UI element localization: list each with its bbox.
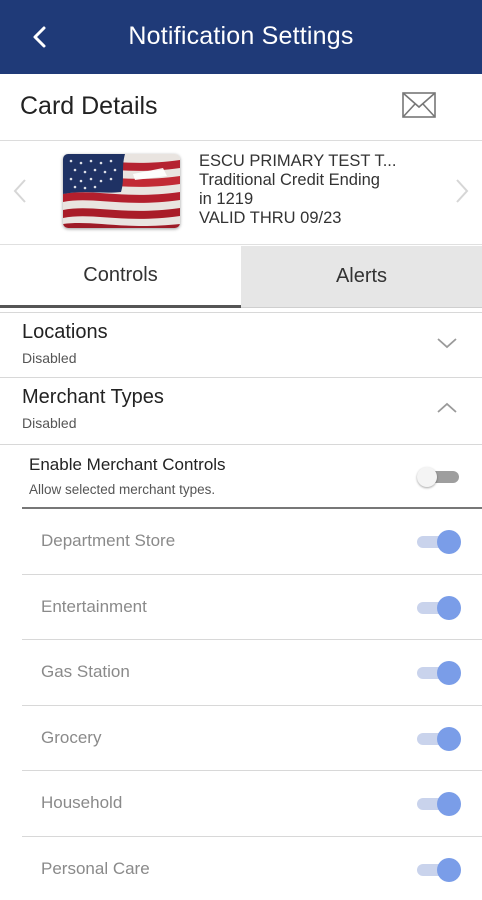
card-info: ESCU PRIMARY TEST T... Traditional Credi…: [199, 152, 429, 228]
merchant-label: Personal Care: [41, 858, 150, 878]
card-description-cont: in 1219: [199, 190, 254, 208]
card-description: Traditional Credit Ending: [199, 171, 380, 189]
enable-merchant-controls-title: Enable Merchant Controls: [29, 455, 226, 474]
card-name: ESCU PRIMARY TEST T...: [199, 152, 397, 170]
american-flag-card-image[interactable]: [63, 154, 180, 228]
tab-alerts[interactable]: Alerts: [241, 246, 482, 308]
list-item: Grocery: [22, 706, 482, 771]
toggle-knob: [437, 661, 461, 685]
merchant-toggle[interactable]: [417, 530, 461, 554]
merchant-label: Entertainment: [41, 596, 147, 616]
carousel-prev-icon[interactable]: [10, 176, 30, 206]
enable-merchant-controls-row: Enable Merchant Controls Allow selected …: [0, 444, 482, 508]
list-item: Household: [22, 771, 482, 837]
envelope-icon[interactable]: [402, 92, 436, 118]
tab-controls[interactable]: Controls: [0, 246, 241, 308]
locations-section[interactable]: Locations Disabled: [0, 312, 482, 378]
toggle-knob: [437, 857, 461, 882]
list-item: Department Store: [22, 509, 482, 575]
toggle-knob: [437, 595, 461, 620]
merchant-label: Household: [41, 793, 123, 812]
page-title: Notification Settings: [128, 22, 354, 50]
list-item: Personal Care: [22, 837, 482, 900]
card-details-title: Card Details: [20, 92, 158, 120]
merchant-types-section[interactable]: Merchant Types Disabled: [0, 377, 482, 443]
merchant-toggle[interactable]: [417, 595, 461, 620]
enable-merchant-controls-toggle[interactable]: [417, 467, 461, 487]
list-item: Entertainment: [22, 575, 482, 640]
merchant-toggle[interactable]: [417, 857, 461, 882]
merchant-label: Department Store: [41, 531, 176, 550]
card-valid-thru: VALID THRU 09/23: [199, 209, 342, 227]
merchant-label: Grocery: [41, 727, 102, 747]
enable-merchant-controls-subtitle: Allow selected merchant types.: [29, 482, 216, 497]
toggle-knob: [437, 792, 461, 816]
toggle-knob: [417, 467, 437, 487]
locations-title: Locations: [22, 321, 108, 343]
toggle-knob: [437, 530, 461, 554]
merchant-type-list: Department Store Entertainment Gas Stati…: [22, 507, 482, 900]
carousel-next-icon[interactable]: [452, 176, 472, 206]
chevron-down-icon[interactable]: [436, 336, 458, 350]
merchant-label: Gas Station: [41, 662, 130, 681]
merchant-types-title: Merchant Types: [22, 386, 164, 408]
merchant-toggle[interactable]: [417, 792, 461, 816]
toggle-knob: [437, 726, 461, 751]
top-app-bar: Notification Settings: [0, 0, 482, 74]
list-item: Gas Station: [22, 640, 482, 706]
merchant-types-status: Disabled: [22, 415, 77, 431]
merchant-toggle[interactable]: [417, 726, 461, 751]
merchant-toggle[interactable]: [417, 661, 461, 685]
locations-status: Disabled: [22, 350, 77, 366]
tab-bar: Controls Alerts: [0, 246, 482, 308]
chevron-up-icon[interactable]: [436, 401, 458, 415]
